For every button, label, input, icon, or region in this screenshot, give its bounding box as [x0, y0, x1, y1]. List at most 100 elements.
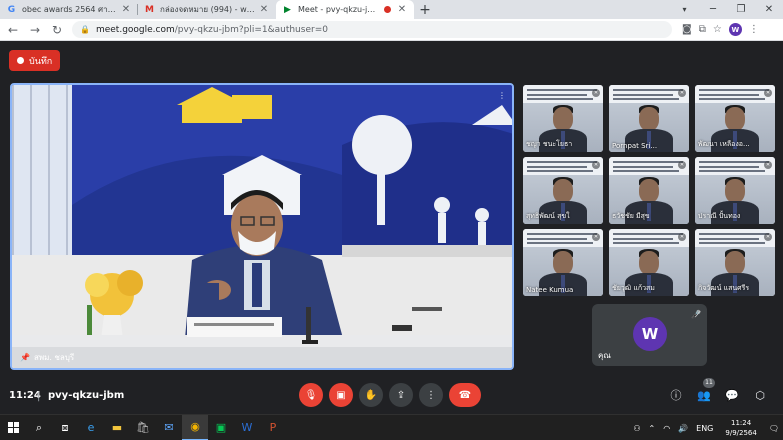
- banner: [523, 85, 603, 103]
- browser-tab-gmail[interactable]: M กล่องจดหมาย (994) - wounjaichon ✕: [138, 0, 276, 19]
- banner: [695, 229, 775, 247]
- chrome-icon[interactable]: ◉: [182, 414, 208, 440]
- banner: [609, 157, 689, 175]
- powerpoint-icon[interactable]: P: [260, 415, 286, 440]
- address-bar[interactable]: 🔒 meet.google.com/pvy-qkzu-jbm?pli=1&aut…: [72, 21, 672, 38]
- meeting-control-bar: 11:24 | pvy-qkzu-jbm 🎙 ▣ ✋ ⇪ ⋮ ☎ ⓘ 👥 11 …: [0, 378, 783, 414]
- hand-icon: ✋: [364, 389, 378, 401]
- toolbar-icons: ◙ ⧉ ☆ W ⋮: [682, 23, 759, 36]
- file-explorer-icon[interactable]: ▬: [104, 415, 130, 440]
- chevron-up-icon[interactable]: ⌃: [648, 424, 655, 433]
- back-arrow-icon[interactable]: ←: [4, 23, 22, 37]
- record-button[interactable]: บันทึก: [9, 50, 61, 71]
- info-icon[interactable]: ⓘ: [668, 387, 684, 403]
- browser-tab-obec[interactable]: G obec awards 2564 ศาลสตรีนอกเมื ✕: [0, 0, 138, 19]
- participant-name: พัฒนา เหลืองอ...: [698, 140, 750, 148]
- reload-icon[interactable]: ↻: [48, 23, 66, 37]
- self-avatar: W: [633, 317, 667, 351]
- main-speaker-label: 📌 สพม. ชลบุรี: [20, 351, 74, 364]
- divider: |: [37, 391, 41, 402]
- wifi-icon[interactable]: ◠: [663, 424, 670, 433]
- mic-off-icon: 🎙: [304, 389, 318, 401]
- new-tab-button[interactable]: +: [414, 0, 436, 19]
- lock-icon[interactable]: 🔒: [80, 25, 90, 34]
- tab-search-icon[interactable]: ▾: [678, 3, 691, 16]
- participant-tile[interactable]: ✕ ชญา ชนะโยธา: [523, 85, 603, 152]
- people-icon[interactable]: 👥: [696, 387, 712, 403]
- menu-dots-icon[interactable]: ⋮: [749, 24, 759, 35]
- close-window-button[interactable]: ✕: [755, 0, 783, 19]
- camera-icon[interactable]: ◙: [682, 24, 692, 35]
- present-button[interactable]: ⇪: [389, 383, 413, 407]
- participant-tile[interactable]: ✕ ธวัชชัย มีสุข: [609, 157, 689, 224]
- banner: [695, 85, 775, 103]
- mic-off-icon: ✕: [764, 89, 772, 97]
- raise-hand-button[interactable]: ✋: [359, 383, 383, 407]
- volume-icon[interactable]: 🔊: [678, 424, 688, 433]
- activities-icon[interactable]: ⬡: [752, 387, 768, 403]
- tab-title: กล่องจดหมาย (994) - wounjaichon: [160, 5, 258, 14]
- phone-hangup-icon: ☎: [458, 389, 472, 401]
- gmail-icon: M: [145, 4, 154, 15]
- more-options-icon[interactable]: ⋮: [498, 91, 506, 100]
- browser-tab-strip: G obec awards 2564 ศาลสตรีนอกเมื ✕ M กล่…: [0, 0, 783, 19]
- maximize-button[interactable]: ❐: [727, 0, 755, 19]
- participant-name: ปราณี ปั้นทอง: [698, 212, 741, 220]
- people-tray-icon[interactable]: ⚇: [633, 424, 640, 433]
- participant-tile[interactable]: ✕ พัฒนา เหลืองอ...: [695, 85, 775, 152]
- taskbar-clock[interactable]: 11:24 9/9/2564: [721, 418, 760, 438]
- notification-icon[interactable]: 🗨: [769, 424, 779, 433]
- mic-off-button[interactable]: 🎙: [299, 383, 323, 407]
- participant-tile[interactable]: ✕ Natee Kumua: [523, 229, 603, 296]
- profile-avatar[interactable]: W: [728, 23, 742, 36]
- participant-tile[interactable]: ✕ กิจวัฒน์ แสนศรีร: [695, 229, 775, 296]
- banner: [609, 85, 689, 103]
- close-tab-icon[interactable]: ✕: [396, 4, 408, 15]
- main-speaker-name: สพม. ชลบุรี: [33, 353, 75, 362]
- camera-off-button[interactable]: ▣: [329, 383, 353, 407]
- close-tab-icon[interactable]: ✕: [258, 4, 270, 15]
- store-icon[interactable]: 🛍: [130, 415, 156, 440]
- minimize-button[interactable]: ─: [699, 0, 727, 19]
- mail-icon[interactable]: ✉: [156, 415, 182, 440]
- leave-call-button[interactable]: ☎: [449, 383, 481, 407]
- search-icon[interactable]: ⌕: [26, 415, 52, 440]
- participant-tile[interactable]: ✕ Pornpat Sri...: [609, 85, 689, 152]
- mic-off-icon: ✕: [678, 233, 686, 241]
- line-icon[interactable]: ▣: [208, 415, 234, 440]
- start-button[interactable]: [0, 415, 26, 440]
- window-controls: ─ ❐ ✕: [699, 0, 783, 19]
- forward-arrow-icon[interactable]: →: [26, 23, 44, 37]
- chat-icon[interactable]: 💬: [724, 387, 740, 403]
- star-icon[interactable]: ☆: [713, 24, 722, 35]
- main-speaker-video[interactable]: ⋮ 📌 สพม. ชลบุรี: [10, 83, 514, 370]
- participant-tile[interactable]: ✕ สุทธิพัฒน์ สุขใ: [523, 157, 603, 224]
- recording-indicator-icon: [384, 6, 391, 13]
- browser-tab-meet[interactable]: ▶ Meet - pvy-qkzu-jbm ✕: [276, 0, 414, 19]
- people-count-badge: 11: [703, 378, 715, 388]
- task-view-icon[interactable]: ⧈: [52, 415, 78, 440]
- taskbar-date: 9/9/2564: [725, 429, 757, 437]
- banner: [523, 157, 603, 175]
- self-tile[interactable]: 🎤̸ W คุณ: [592, 304, 707, 366]
- mic-off-icon: ✕: [678, 89, 686, 97]
- mic-off-icon: 🎤̸: [691, 310, 701, 319]
- participant-name: Natee Kumua: [526, 286, 574, 294]
- more-options-button[interactable]: ⋮: [419, 383, 443, 407]
- close-tab-icon[interactable]: ✕: [120, 4, 132, 15]
- language-indicator[interactable]: ENG: [696, 424, 713, 433]
- edge-icon[interactable]: e: [78, 415, 104, 440]
- participant-name: ชญา ชนะโยธา: [526, 140, 573, 148]
- participant-tile[interactable]: ✕ ชัยวุฒิ แก้วสม: [609, 229, 689, 296]
- camera-off-icon: ▣: [336, 389, 346, 401]
- participant-tile[interactable]: ✕ ปราณี ปั้นทอง: [695, 157, 775, 224]
- self-label: คุณ: [598, 351, 611, 360]
- participant-name: ธวัชชัย มีสุข: [612, 212, 650, 220]
- word-icon[interactable]: W: [234, 415, 260, 440]
- banner: [609, 229, 689, 247]
- browser-toolbar: ← → ↻ 🔒 meet.google.com/pvy-qkzu-jbm?pli…: [0, 19, 783, 41]
- google-icon: G: [7, 4, 16, 15]
- tab-title: obec awards 2564 ศาลสตรีนอกเมื: [22, 5, 120, 14]
- translate-icon[interactable]: ⧉: [699, 24, 706, 35]
- taskbar-time: 11:24: [731, 419, 752, 427]
